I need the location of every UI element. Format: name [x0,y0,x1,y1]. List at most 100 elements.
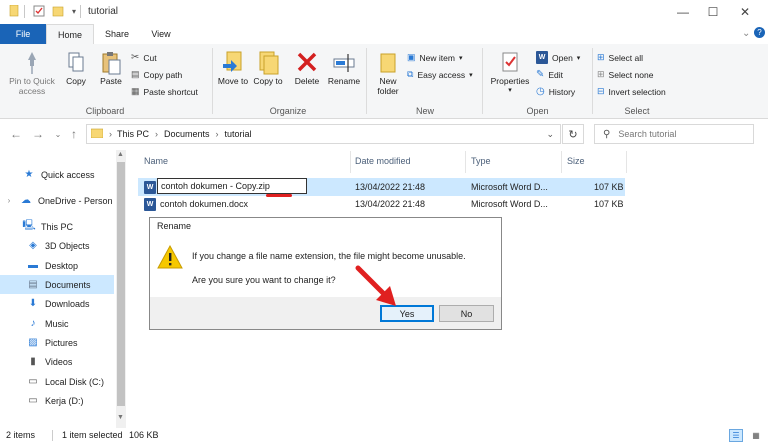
open-button[interactable]: W Open ▾ [536,49,580,66]
copy-to-icon [259,51,279,75]
column-header-type[interactable]: Type [471,156,491,166]
no-button[interactable]: No [439,305,494,322]
file-name: contoh dokumen.docx [160,199,249,209]
nav-label: Documents [45,279,91,290]
nav-scrollbar-thumb[interactable] [117,162,125,406]
delete-label: Delete [294,76,320,86]
pin-quick-access-button[interactable]: Pin to Quick access [4,50,60,96]
scroll-down-icon[interactable]: ▼ [117,414,124,421]
back-arrow-icon[interactable]: ← [8,126,24,142]
chevron-down-icon[interactable]: ▾ [68,5,80,17]
rename-icon [333,54,355,72]
column-divider[interactable] [465,151,466,173]
properties-button[interactable]: Properties ▾ [486,50,534,96]
chevron-down-icon: ▾ [508,87,512,94]
copy-to-button[interactable]: Copy to [252,50,284,86]
tab-home[interactable]: Home [46,24,94,44]
paste-shortcut-label: Paste shortcut [143,86,198,97]
select-none-label: Select none [608,69,654,80]
chevron-down-icon[interactable]: ⌄ [546,129,554,140]
pin-label: Pin to Quick access [9,76,55,96]
select-none-button[interactable]: ⊞ Select none [597,66,666,83]
edit-button[interactable]: ✎ Edit [536,66,580,83]
easy-access-label: Easy access [417,69,466,80]
dialog-body [150,237,501,297]
paste-shortcut-button[interactable]: ▦ Paste shortcut [131,83,198,100]
close-button[interactable]: ✕ [722,0,768,24]
download-icon: ⬇ [28,298,38,309]
easy-access-button[interactable]: ⧉ Easy access ▾ [407,66,473,83]
dialog-title-bar [149,217,502,237]
tab-share[interactable]: Share [96,24,138,44]
breadcrumb-tutorial[interactable]: tutorial [225,129,252,139]
paste-button[interactable]: Paste [94,50,128,86]
open-label: Open [552,52,573,63]
column-header-date[interactable]: Date modified [355,156,411,166]
cloud-icon: ☁ [21,195,31,206]
chevron-down-icon: ▾ [576,54,581,62]
group-label-new: New [415,106,434,116]
nav-item-documents[interactable]: ▤ Documents [0,275,114,294]
breadcrumb-chevron-icon: › [215,129,219,139]
status-size: 106 KB [129,430,159,440]
group-label-select: Select [624,106,650,116]
column-header-name[interactable]: Name [144,156,168,166]
copy-path-button[interactable]: ▤ Copy path [131,66,198,83]
nav-label: 3D Objects [45,240,90,251]
desktop-icon: ▬ [28,260,38,271]
delete-button[interactable]: Delete [290,50,324,86]
move-to-button[interactable]: Move to [217,50,249,86]
file-type: Microsoft Word D... [471,182,548,192]
chevron-down-icon[interactable]: ⌄ [50,126,66,142]
nav-label: This PC [41,221,74,232]
search-input[interactable]: ⚲ Search tutorial [594,124,754,144]
column-header-size[interactable]: Size [567,156,585,166]
invert-selection-button[interactable]: ⊟ Invert selection [597,83,666,100]
properties-check-icon[interactable] [33,5,45,17]
file-size: 107 KB [594,182,624,192]
scroll-up-icon[interactable]: ▲ [117,151,124,158]
documents-icon: ▤ [28,279,38,290]
details-view-icon[interactable]: ☰ [729,429,743,442]
group-label-clipboard: Clipboard [85,106,125,116]
delete-icon [297,52,317,72]
column-divider[interactable] [626,151,627,173]
large-icons-view-icon[interactable]: ▦ [749,429,763,442]
nav-item-onedrive[interactable]: › ☁ OneDrive - Person [0,191,118,210]
rename-button[interactable]: Rename [326,50,362,86]
nav-label: Downloads [45,298,90,309]
forward-arrow-icon[interactable]: → [30,126,46,142]
copy-path-icon: ▤ [131,69,140,79]
column-divider[interactable] [350,151,351,173]
chevron-down-icon[interactable]: ⌄ [742,28,750,39]
history-label: History [548,86,576,97]
column-divider[interactable] [561,151,562,173]
breadcrumb-this-pc[interactable]: This PC [117,129,149,139]
select-all-button[interactable]: ⊞ Select all [597,49,666,66]
new-folder-icon [380,53,396,73]
music-icon: ♪ [30,318,36,329]
new-folder-button[interactable]: New folder [370,50,406,96]
breadcrumb-documents[interactable]: Documents [164,129,210,139]
group-divider [212,48,213,114]
select-none-icon: ⊞ [597,69,605,79]
address-bar[interactable]: › This PC › Documents › tutorial ⌄ [86,124,561,144]
copy-button[interactable]: Copy [62,50,90,86]
file-size: 107 KB [594,199,624,209]
history-button[interactable]: ◷ History [536,83,580,100]
refresh-icon[interactable]: ↻ [562,124,584,144]
status-item-count: 2 items [6,430,36,440]
new-item-button[interactable]: ▣ New item ▾ [407,49,473,66]
new-folder-quick-icon[interactable] [52,5,64,17]
new-small-buttons: ▣ New item ▾ ⧉ Easy access ▾ [407,49,473,83]
cut-button[interactable]: ✂ Cut [131,49,198,66]
invert-selection-icon: ⊟ [597,86,605,96]
table-row[interactable]: W contoh dokumen.docx 13/04/2022 21:48 M… [138,195,625,213]
up-arrow-icon[interactable]: ↑ [66,126,82,142]
nav-label: Local Disk (C:) [45,376,105,387]
tab-view[interactable]: View [140,24,182,44]
tab-file[interactable]: File [0,24,46,44]
rename-input[interactable]: contoh dokumen - Copy.zip [157,178,307,194]
select-all-label: Select all [608,52,644,63]
help-icon[interactable]: ? [754,27,765,38]
